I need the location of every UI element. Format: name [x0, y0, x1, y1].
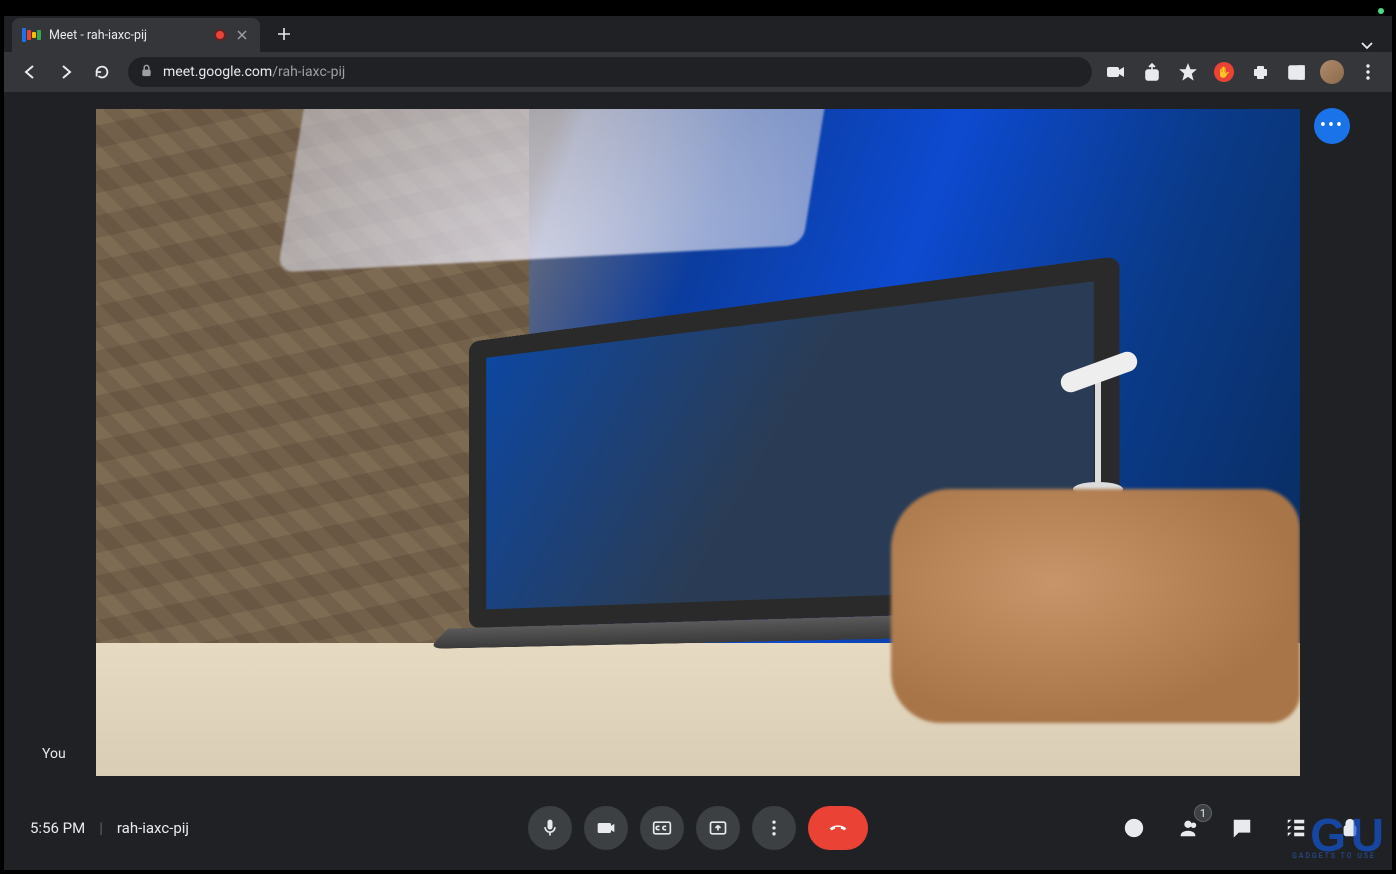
meet-favicon-icon: [22, 28, 41, 42]
camera-indicator-icon[interactable]: [1102, 58, 1130, 86]
microphone-button[interactable]: [528, 806, 572, 850]
browser-menu-button[interactable]: [1354, 58, 1382, 86]
profile-avatar[interactable]: [1318, 58, 1346, 86]
extensions-puzzle-icon[interactable]: [1246, 58, 1274, 86]
sidepanel-icon[interactable]: [1282, 58, 1310, 86]
bookmark-star-icon[interactable]: [1174, 58, 1202, 86]
recording-indicator-icon: [214, 29, 226, 41]
camera-button[interactable]: [584, 806, 628, 850]
tab-strip: Meet - rah-iaxc-pij: [4, 16, 1392, 52]
reload-button[interactable]: [86, 56, 118, 88]
toolbar-icons: ✋: [1102, 58, 1382, 86]
lock-icon: [140, 64, 153, 81]
window-titlebar[interactable]: [4, 4, 1392, 16]
tab-close-button[interactable]: [234, 27, 250, 43]
host-controls-button[interactable]: [1334, 812, 1366, 844]
people-button[interactable]: 1: [1172, 812, 1204, 844]
extension-adblock-icon[interactable]: ✋: [1210, 58, 1238, 86]
right-controls: 1: [1118, 812, 1366, 844]
video-softbox-light: [277, 109, 834, 272]
meeting-code: rah-iaxc-pij: [117, 819, 189, 837]
participant-name-label: You: [42, 746, 66, 762]
chat-button[interactable]: [1226, 812, 1258, 844]
people-count-badge: 1: [1194, 804, 1212, 822]
present-screen-button[interactable]: [696, 806, 740, 850]
url-omnibox[interactable]: meet.google.com/rah-iaxc-pij: [128, 57, 1092, 87]
browser-tab[interactable]: Meet - rah-iaxc-pij: [12, 18, 260, 52]
hangup-button[interactable]: [808, 806, 868, 850]
captions-button[interactable]: [640, 806, 684, 850]
clock-divider: |: [99, 819, 103, 837]
center-controls: [528, 806, 868, 850]
url-text: meet.google.com/rah-iaxc-pij: [163, 64, 345, 80]
self-video-tile[interactable]: [96, 109, 1300, 776]
window-status-dot: [1378, 8, 1384, 14]
clock-time: 5:56 PM: [30, 819, 85, 837]
new-tab-button[interactable]: [270, 20, 298, 48]
url-domain: meet.google.com: [163, 64, 272, 80]
activities-button[interactable]: [1280, 812, 1312, 844]
tab-title: Meet - rah-iaxc-pij: [49, 28, 206, 43]
address-bar: meet.google.com/rah-iaxc-pij ✋: [4, 52, 1392, 92]
meeting-details-button[interactable]: [1118, 812, 1150, 844]
meet-bottom-bar: 5:56 PM | rah-iaxc-pij 1: [4, 786, 1392, 870]
more-actions-fab[interactable]: •••: [1314, 108, 1350, 144]
url-path: /rah-iaxc-pij: [272, 64, 345, 80]
meet-main-area: You •••: [4, 92, 1392, 786]
video-hand: [891, 489, 1300, 722]
more-options-button[interactable]: [752, 806, 796, 850]
back-button[interactable]: [14, 56, 46, 88]
clock-meeting-info[interactable]: 5:56 PM | rah-iaxc-pij: [30, 819, 189, 837]
forward-button[interactable]: [50, 56, 82, 88]
share-icon[interactable]: [1138, 58, 1166, 86]
